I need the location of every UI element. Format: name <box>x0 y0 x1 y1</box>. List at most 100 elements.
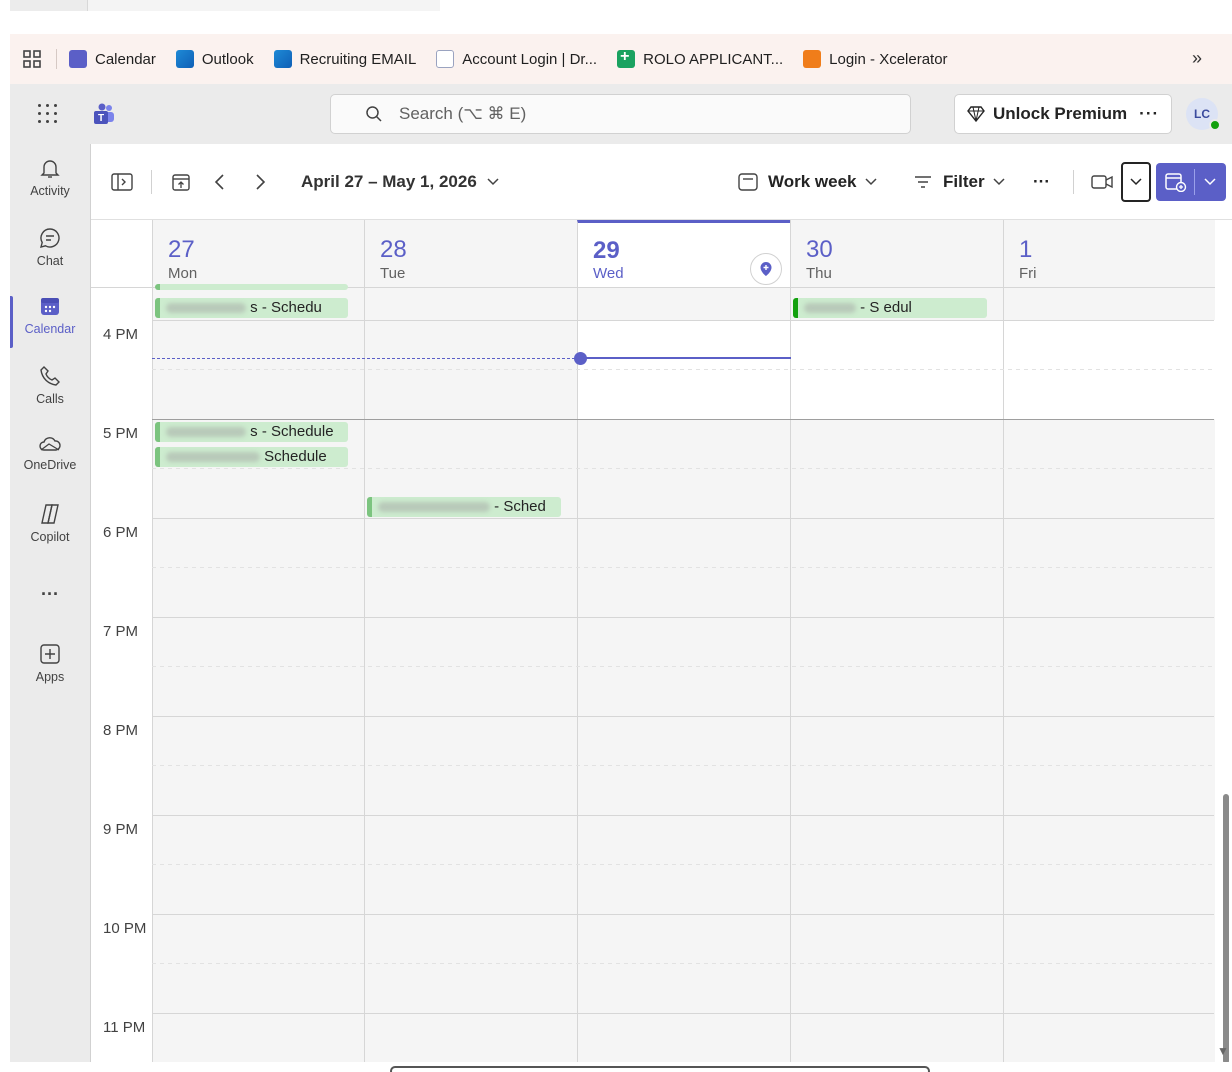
rail-label: Calls <box>36 392 64 406</box>
bookmark-xcelerator[interactable]: Login - Xcelerator <box>803 50 948 68</box>
bookmark-label: ROLO APPLICANT... <box>643 50 784 68</box>
day-column-tue[interactable] <box>364 288 577 1072</box>
chevron-left-icon <box>214 174 224 190</box>
bookmark-rolo-applicant[interactable]: ROLO APPLICANT... <box>617 48 784 68</box>
new-event-split-button[interactable] <box>1156 163 1226 201</box>
filter-button[interactable]: Filter <box>913 144 1005 220</box>
half-hour-line <box>152 963 1214 964</box>
date-range-picker[interactable]: April 27 – May 1, 2026 <box>301 144 499 220</box>
hour-line <box>152 815 1214 816</box>
split-divider <box>1194 169 1195 195</box>
calendar-event[interactable]: - S edul <box>793 298 987 318</box>
hour-line <box>152 320 1214 321</box>
vertical-scrollbar[interactable] <box>1223 794 1229 1064</box>
week-grid: 27 Mon 28 Tue 29 Wed 30 Thu 1 Fri 4 PM 5… <box>91 220 1221 1072</box>
app-rail: Activity Chat Calendar Calls OneDrive Co… <box>10 144 90 1072</box>
meet-now-button[interactable] <box>1091 144 1113 220</box>
search-input[interactable]: Search (⌥ ⌘ E) <box>330 94 911 134</box>
sheets-icon <box>617 48 636 68</box>
day-header-wed[interactable]: 29 Wed <box>577 220 790 288</box>
rail-label: OneDrive <box>23 458 77 472</box>
toolbar-divider <box>1073 170 1074 194</box>
half-hour-line <box>152 864 1214 865</box>
unlock-premium-button[interactable]: Unlock Premium ··· <box>954 94 1172 134</box>
view-switcher-button[interactable]: Work week <box>738 144 877 220</box>
today-button[interactable] <box>171 144 191 220</box>
day-column-mon[interactable] <box>152 288 364 1072</box>
bookmark-label: Account Login | Dr... <box>462 50 598 68</box>
chevron-down-icon <box>1130 178 1142 186</box>
chat-icon <box>40 228 60 248</box>
outlook-icon <box>175 50 194 68</box>
event-title: - Sched <box>494 498 546 515</box>
half-hour-line <box>152 468 1214 469</box>
bookmark-account-login[interactable]: Account Login | Dr... <box>436 50 597 68</box>
time-label: 11 PM <box>103 1019 146 1036</box>
search-placeholder: Search (⌥ ⌘ E) <box>399 104 527 123</box>
add-location-button[interactable] <box>750 253 782 285</box>
event-title: s - Schedule <box>250 423 334 440</box>
rail-item-calendar[interactable]: Calendar <box>10 294 90 348</box>
calendar-event[interactable]: s - Schedule <box>155 422 348 442</box>
rail-item-chat[interactable]: Chat <box>10 226 90 268</box>
more-options-button[interactable]: ··· <box>1033 144 1050 220</box>
rail-label: Apps <box>35 670 65 684</box>
toggle-sidebar-button[interactable] <box>111 144 133 220</box>
avatar[interactable]: LC <box>1186 98 1221 131</box>
bookmarks-overflow-button[interactable]: » <box>1192 48 1202 69</box>
next-week-button[interactable] <box>253 144 267 220</box>
teams-logo-icon: T <box>94 103 114 124</box>
meet-now-dropdown-button[interactable] <box>1121 162 1151 202</box>
browser-tab-strip <box>0 0 1232 34</box>
chevron-down-icon <box>487 178 499 186</box>
day-header-tue[interactable]: 28 Tue <box>364 220 577 288</box>
apps-grid-icon[interactable] <box>10 50 54 68</box>
browser-tab[interactable] <box>10 0 88 11</box>
document-icon <box>436 50 455 68</box>
scroll-down-arrow-icon[interactable]: ▼ <box>1217 1044 1229 1058</box>
current-time-line <box>152 358 580 359</box>
bookmark-outlook[interactable]: Outlook <box>175 50 254 68</box>
rail-item-calls[interactable]: Calls <box>10 364 90 406</box>
day-number: 1 <box>1019 236 1033 263</box>
day-header-fri[interactable]: 1 Fri <box>1003 220 1215 288</box>
date-range-label: April 27 – May 1, 2026 <box>301 172 477 191</box>
day-name: Thu <box>806 265 832 282</box>
rail-more-button[interactable]: ··· <box>10 584 90 605</box>
day-name: Mon <box>168 265 198 282</box>
rail-label: Calendar <box>24 322 76 336</box>
grid-corner <box>91 220 152 288</box>
day-number: 28 <box>380 236 407 263</box>
rail-item-activity[interactable]: Activity <box>10 156 90 198</box>
time-label: 7 PM <box>103 623 139 640</box>
calendar-event[interactable]: - Sched <box>367 497 561 517</box>
redacted-name <box>166 452 260 463</box>
rail-item-apps[interactable]: Apps <box>10 642 90 684</box>
diamond-icon <box>967 106 985 122</box>
browser-tab[interactable] <box>88 0 440 11</box>
event-title: - S edul <box>860 299 912 316</box>
video-camera-icon <box>1091 175 1113 189</box>
calendar-event[interactable]: s - Schedu <box>155 298 348 318</box>
half-hour-line <box>152 666 1214 667</box>
calendar-event[interactable] <box>155 284 348 290</box>
premium-more-button[interactable]: ··· <box>1139 104 1159 124</box>
hour-line <box>152 617 1214 618</box>
rail-item-copilot[interactable]: Copilot <box>10 502 90 544</box>
half-hour-line <box>152 765 1214 766</box>
app-launcher-icon[interactable] <box>38 104 58 124</box>
day-header-mon[interactable]: 27 Mon <box>152 220 364 288</box>
toolbar-divider <box>151 170 152 194</box>
bookmark-calendar[interactable]: Calendar <box>69 50 156 68</box>
time-label: 10 PM <box>103 920 147 937</box>
search-icon <box>366 106 382 122</box>
calendar-event[interactable]: Schedule <box>155 447 348 467</box>
teams-header: T Search (⌥ ⌘ E) Unlock Premium ··· LC <box>10 84 1232 144</box>
bookmark-recruiting-email[interactable]: Recruiting EMAIL <box>273 50 416 68</box>
day-header-thu[interactable]: 30 Thu <box>790 220 1003 288</box>
previous-week-button[interactable] <box>213 144 227 220</box>
day-number: 30 <box>806 236 833 263</box>
more-icon: ··· <box>1033 172 1050 191</box>
rail-item-onedrive[interactable]: OneDrive <box>10 434 90 472</box>
copilot-icon <box>41 504 59 524</box>
